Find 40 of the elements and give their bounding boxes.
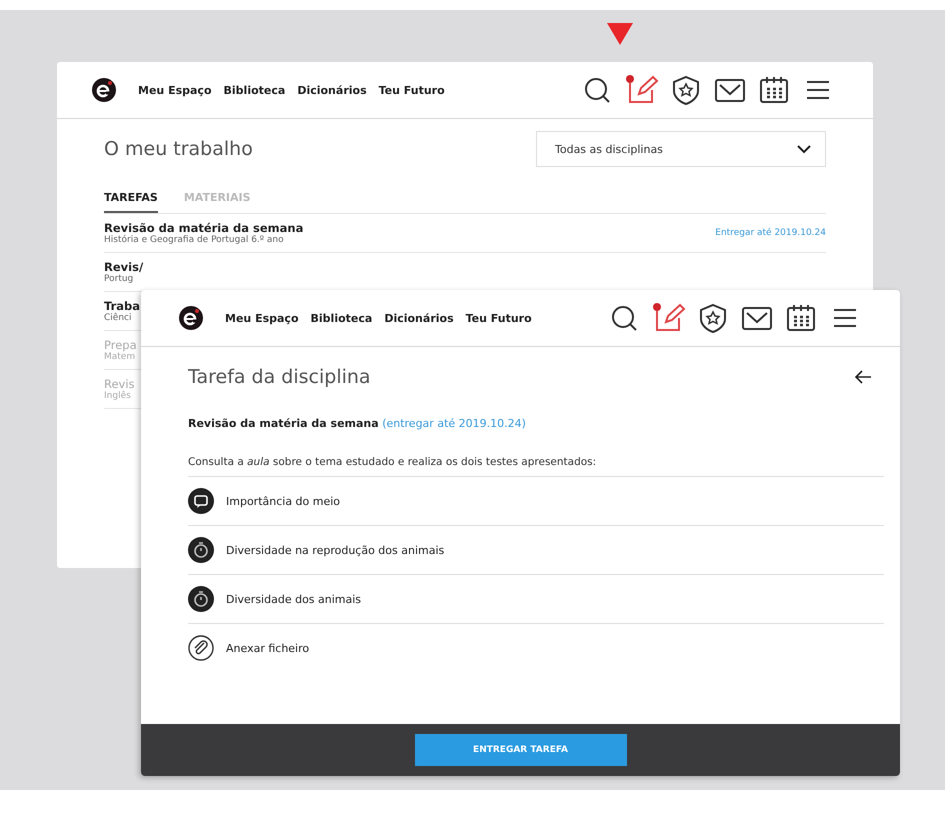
chevron-down-icon (797, 144, 811, 154)
pencil-square-icon[interactable] (625, 75, 659, 105)
logo-icon[interactable] (179, 306, 203, 330)
task-title[interactable]: Revisão da matéria da semana (104, 221, 304, 235)
activity-link[interactable]: Importância do meio (226, 494, 340, 508)
task-subject: Ciênci (104, 313, 132, 323)
task-subject: Portug (104, 274, 134, 284)
nav-link[interactable]: Biblioteca (310, 312, 372, 324)
stopwatch-icon (188, 586, 214, 612)
due-date: (entregar até 2019.10.24) (382, 417, 526, 430)
nav-link[interactable]: Meu Espaço (225, 312, 299, 324)
task-subject: Inglês (104, 391, 131, 401)
nav-link[interactable]: Biblioteca (224, 84, 286, 96)
activity-link[interactable]: Anexar ficheiro (226, 642, 310, 654)
page-title: Tarefa da disciplina (188, 366, 371, 388)
pointer-arrow-icon (607, 23, 633, 45)
task-title[interactable]: Traba (104, 299, 140, 313)
task-subject: Matem (104, 352, 136, 362)
subject-dropdown[interactable]: Todas as disciplinas (536, 131, 826, 167)
instruction-text: Consulta a aula sobre o tema estudado e realiza os dois testes apresentados: (188, 456, 884, 477)
tab[interactable]: TAREFAS (104, 191, 158, 213)
page-title: O meu trabalho (104, 138, 253, 160)
stopwatch-icon (188, 537, 214, 563)
logo-icon[interactable] (92, 78, 116, 102)
chat-icon (188, 488, 214, 514)
task-title[interactable]: Revis/ (104, 260, 144, 274)
nav-link[interactable]: Meu Espaço (138, 84, 212, 96)
calendar-icon[interactable] (784, 303, 818, 333)
activity-link[interactable]: Diversidade dos animais (226, 592, 362, 606)
task-subject: História e Geografia de Portugal 6.º ano (104, 235, 284, 245)
calendar-icon[interactable] (757, 75, 791, 105)
activity-link[interactable]: Diversidade na reprodução dos animais (226, 544, 444, 556)
paperclip-icon (188, 635, 214, 661)
nav-link[interactable]: Dicionários (384, 312, 454, 324)
nav-link[interactable]: Teu Futuro (378, 84, 445, 96)
pencil-square-icon[interactable] (652, 303, 686, 333)
back-arrow-icon[interactable] (854, 370, 872, 384)
nav-link[interactable]: Dicionários (297, 84, 367, 96)
task-title: Revisão da matéria da semana (188, 417, 379, 430)
nav-link[interactable]: Teu Futuro (466, 312, 532, 324)
